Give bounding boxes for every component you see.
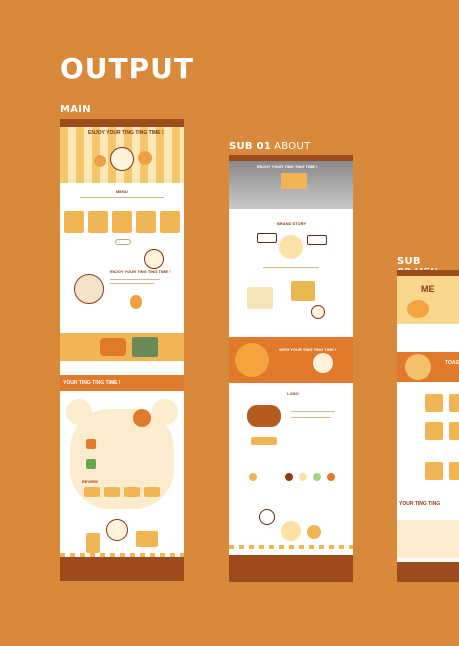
review-card[interactable] bbox=[144, 487, 160, 497]
menu-card[interactable] bbox=[64, 211, 84, 233]
cup-illustration bbox=[86, 533, 100, 553]
logo-display bbox=[247, 405, 281, 427]
scallop-border bbox=[229, 545, 353, 549]
menu-item-card[interactable] bbox=[425, 422, 443, 440]
sub01-sublabel: ABOUT bbox=[274, 141, 311, 152]
sub01-label: SUB 01 bbox=[229, 141, 272, 152]
main-banner-text: YOUR TING TING TIME ! bbox=[63, 380, 121, 386]
color-swatch bbox=[299, 473, 307, 481]
mascot-icon bbox=[307, 525, 321, 539]
menu-footer bbox=[397, 562, 459, 582]
coffee-cup-icon bbox=[74, 274, 104, 304]
main-menu-label: MENU bbox=[116, 189, 128, 194]
illustration-card bbox=[291, 281, 315, 301]
color-swatch bbox=[313, 473, 321, 481]
mascot-icon bbox=[106, 519, 128, 541]
main-nav-bar bbox=[60, 119, 184, 127]
mascot-icon bbox=[281, 521, 301, 541]
menu-card[interactable] bbox=[112, 211, 132, 233]
text-line bbox=[291, 417, 331, 418]
section-label-sub01: SUB 01 ABOUT bbox=[229, 141, 310, 152]
mascot-icon bbox=[311, 305, 325, 319]
toast-icon bbox=[138, 151, 152, 165]
toast-icon bbox=[94, 155, 106, 167]
toast-icon bbox=[130, 295, 142, 309]
section-label-main: MAIN bbox=[60, 104, 91, 115]
main-hero-text: ENJOY YOUR TING TING TIME ! bbox=[88, 130, 164, 136]
review-card[interactable] bbox=[124, 487, 140, 497]
about-hero-text: ENJOY YOUR TING TING TIME ! bbox=[257, 164, 318, 169]
mascot-icon bbox=[279, 235, 303, 259]
menu-item-card[interactable] bbox=[425, 462, 443, 480]
toast-image bbox=[405, 354, 431, 380]
mascot-icon bbox=[313, 353, 333, 373]
color-swatch bbox=[327, 473, 335, 481]
mascot-icon bbox=[110, 147, 134, 171]
menu-cream-section bbox=[397, 520, 459, 558]
menu-item-card[interactable] bbox=[449, 394, 459, 412]
illustration-card bbox=[247, 287, 273, 309]
about-brand-story-label: BRAND STORY bbox=[277, 221, 307, 226]
menu-card[interactable] bbox=[88, 211, 108, 233]
more-button[interactable] bbox=[115, 239, 131, 245]
color-swatch bbox=[285, 473, 293, 481]
a-icon bbox=[86, 459, 96, 469]
menu-banner-text: YOUR TING TING bbox=[399, 501, 441, 507]
menu-item-card[interactable] bbox=[425, 394, 443, 412]
text-line bbox=[110, 279, 160, 280]
q-icon bbox=[86, 439, 96, 449]
speech-bubble bbox=[307, 235, 327, 245]
menu-promo-text: TOAS bbox=[445, 360, 459, 366]
location-pin-icon bbox=[133, 409, 151, 427]
about-page-mockup: ENJOY YOUR TING TING TIME ! BRAND STORY … bbox=[229, 155, 353, 582]
menu-card[interactable] bbox=[136, 211, 156, 233]
menu-hero-text: ME bbox=[421, 284, 435, 294]
color-swatch bbox=[249, 473, 257, 481]
about-footer bbox=[229, 555, 353, 582]
review-card[interactable] bbox=[84, 487, 100, 497]
mascot-icon bbox=[144, 249, 164, 269]
main-brand-story-text: ENJOY YOUR TING TING TIME ! bbox=[110, 269, 171, 274]
text-line bbox=[263, 267, 319, 268]
speech-bubble bbox=[259, 509, 275, 525]
about-logo-label: LOGO bbox=[287, 391, 299, 396]
about-promo-text: WITH YOUR TING TING TIME ! bbox=[279, 347, 337, 352]
product-image bbox=[132, 337, 158, 357]
promo-badge bbox=[100, 338, 126, 356]
main-review-label: REVIEW bbox=[82, 479, 98, 484]
menu-card[interactable] bbox=[160, 211, 180, 233]
main-footer bbox=[60, 557, 184, 581]
menu-item-card[interactable] bbox=[449, 462, 459, 480]
main-page-mockup: ENJOY YOUR TING TING TIME ! MENU ENJOY Y… bbox=[60, 119, 184, 581]
logo-variant bbox=[251, 437, 277, 445]
text-line bbox=[110, 283, 154, 284]
toast-image bbox=[407, 300, 429, 318]
menu-page-mockup: ME TOAS YOUR TING TING bbox=[397, 270, 459, 582]
toast-image bbox=[235, 343, 269, 377]
speech-bubble bbox=[257, 233, 277, 243]
page-title: OUTPUT bbox=[60, 52, 194, 85]
store-sign bbox=[281, 173, 307, 189]
menu-item-card[interactable] bbox=[449, 422, 459, 440]
main-label: MAIN bbox=[60, 104, 91, 115]
bag-illustration bbox=[136, 531, 158, 547]
review-card[interactable] bbox=[104, 487, 120, 497]
divider bbox=[80, 197, 164, 198]
text-line bbox=[291, 411, 335, 412]
